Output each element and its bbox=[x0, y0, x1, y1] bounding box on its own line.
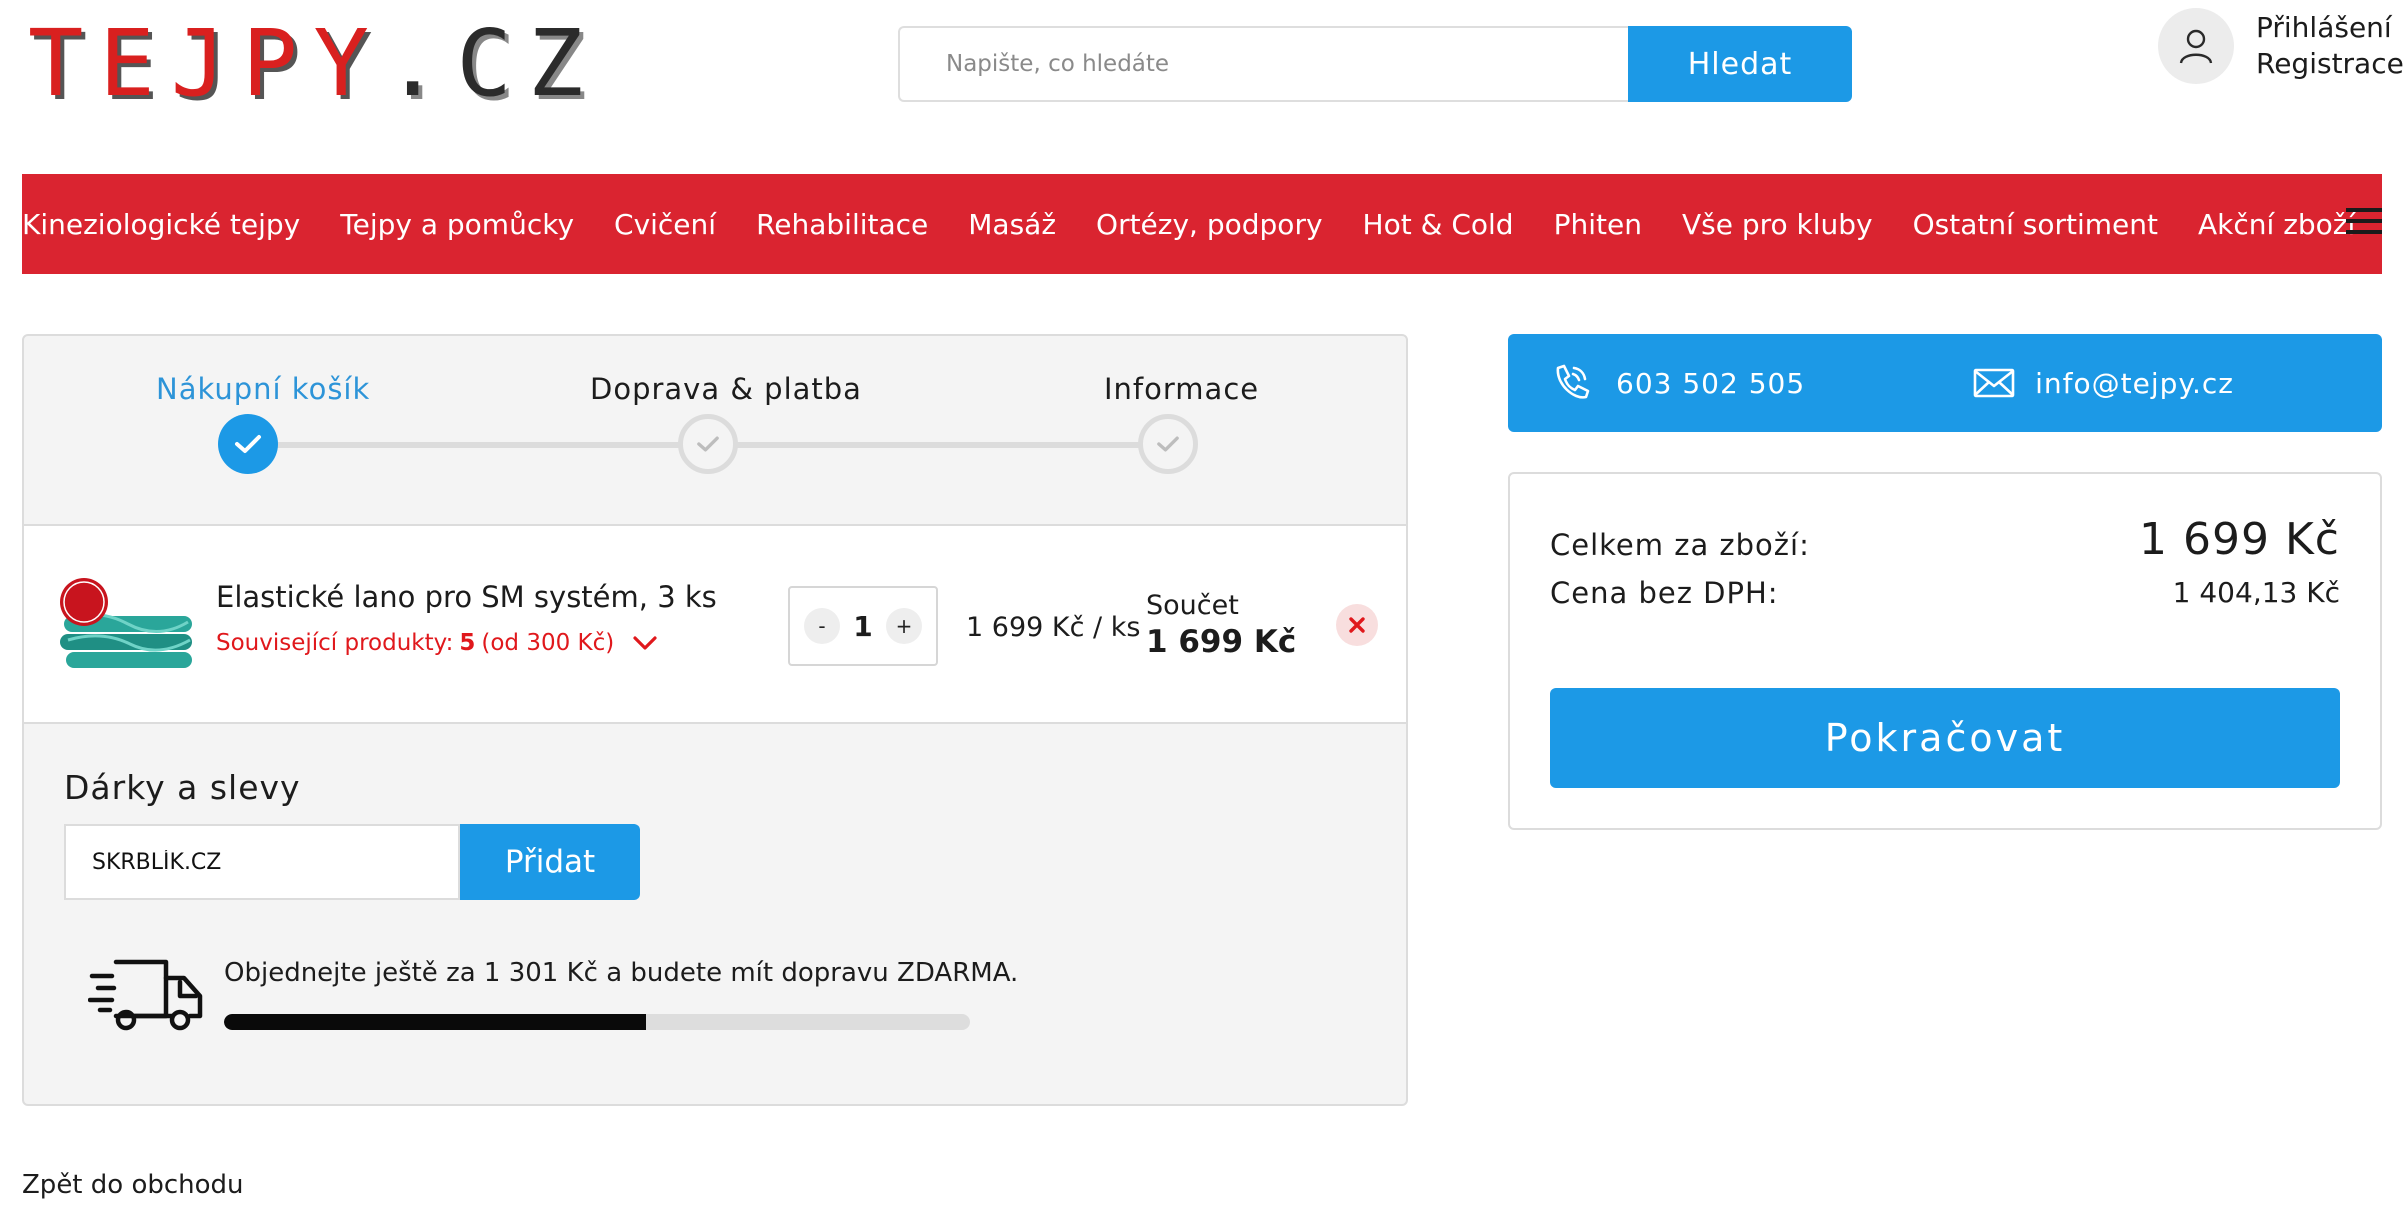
line-total-value: 1 699 Kč bbox=[1146, 624, 1297, 660]
user-icon[interactable] bbox=[2158, 8, 2234, 84]
step-label-shipping[interactable]: Doprava & platba bbox=[590, 372, 862, 406]
phone-icon bbox=[1556, 364, 1590, 399]
step-label-cart[interactable]: Nákupní košík bbox=[156, 372, 370, 406]
quantity-value[interactable]: 1 bbox=[853, 610, 872, 643]
related-label: Související produkty: bbox=[216, 630, 454, 656]
nav-item-akcni-zbozi[interactable]: Akční zboží bbox=[2198, 208, 2355, 241]
net-price-value: 1 404,13 Kč bbox=[2172, 576, 2340, 609]
quantity-decrease-button[interactable]: - bbox=[804, 608, 840, 644]
search-button[interactable]: Hledat bbox=[1628, 26, 1852, 102]
mail-icon bbox=[1973, 368, 2015, 398]
related-count: 5 bbox=[459, 630, 476, 656]
contact-bar: 603 502 505 info@tejpy.cz bbox=[1508, 334, 2382, 432]
main-nav: Kineziologické tejpy Tejpy a pomůcky Cvi… bbox=[22, 174, 2382, 274]
hamburger-menu-icon[interactable] bbox=[2346, 208, 2382, 238]
quantity-stepper: - 1 + bbox=[788, 586, 938, 666]
nav-item-cviceni[interactable]: Cvičení bbox=[614, 208, 716, 241]
nav-item-tejpy-a-pomucky[interactable]: Tejpy a pomůcky bbox=[340, 208, 574, 241]
quantity-increase-button[interactable]: + bbox=[885, 608, 922, 644]
chevron-down-icon bbox=[633, 636, 657, 650]
step-check-icon-information[interactable] bbox=[1138, 414, 1198, 474]
site-header: TEJPY.CZ Hledat Přihlášení Registrace bbox=[0, 0, 2404, 174]
discount-code-input[interactable] bbox=[64, 824, 460, 900]
contact-phone[interactable]: 603 502 505 bbox=[1550, 362, 1805, 404]
account-area: Přihlášení Registrace bbox=[2158, 8, 2404, 84]
logo-part2: CZ bbox=[456, 10, 600, 117]
nav-item-hot-cold[interactable]: Hot & Cold bbox=[1363, 208, 1514, 241]
product-thumbnail[interactable] bbox=[58, 576, 198, 676]
delivery-truck-icon bbox=[88, 959, 203, 1031]
checkout-steps: Nákupní košík Doprava & platba Informace bbox=[24, 336, 1406, 526]
step-label-information[interactable]: Informace bbox=[1104, 372, 1259, 406]
nav-item-phiten[interactable]: Phiten bbox=[1554, 208, 1642, 241]
account-links: Přihlášení Registrace bbox=[2256, 10, 2404, 82]
nav-item-ostatni-sortiment[interactable]: Ostatní sortiment bbox=[1913, 208, 2158, 241]
logo-part1: TEJPY bbox=[28, 10, 385, 117]
search-input[interactable] bbox=[898, 26, 1628, 102]
phone-number: 603 502 505 bbox=[1616, 366, 1806, 400]
continue-button[interactable]: Pokračovat bbox=[1550, 688, 2340, 788]
apply-code-button[interactable]: Přidat bbox=[460, 824, 640, 900]
email-address: info@tejpy.cz bbox=[2035, 366, 2234, 400]
order-summary: Celkem za zboží: 1 699 Kč Cena bez DPH: … bbox=[1508, 472, 2382, 830]
cart-panel: Nákupní košík Doprava & platba Informace bbox=[22, 334, 1408, 1106]
net-price-label: Cena bez DPH: bbox=[1550, 576, 1779, 610]
step-check-icon-shipping[interactable] bbox=[678, 414, 738, 474]
login-link[interactable]: Přihlášení bbox=[2256, 10, 2404, 46]
nav-item-masaz[interactable]: Masáž bbox=[968, 208, 1056, 241]
free-shipping-progress-bar bbox=[224, 1014, 970, 1030]
line-total-label: Součet bbox=[1146, 590, 1239, 621]
product-name[interactable]: Elastické lano pro SM systém, 3 ks bbox=[216, 580, 717, 614]
nav-item-rehabilitace[interactable]: Rehabilitace bbox=[756, 208, 928, 241]
nav-item-kineziologicke-tejpy[interactable]: Kineziologické tejpy bbox=[22, 208, 300, 241]
related-price: (od 300 Kč) bbox=[481, 630, 615, 656]
step-check-icon-cart[interactable] bbox=[218, 414, 278, 474]
goods-total-label: Celkem za zboží: bbox=[1550, 528, 1810, 562]
goods-total-value: 1 699 Kč bbox=[2139, 514, 2340, 565]
remove-item-button[interactable] bbox=[1336, 604, 1378, 646]
logo-dot: . bbox=[384, 10, 457, 117]
site-logo[interactable]: TEJPY.CZ bbox=[28, 18, 599, 110]
close-icon bbox=[1349, 617, 1365, 633]
free-shipping-progress-fill bbox=[224, 1014, 647, 1030]
back-to-shop-link[interactable]: Zpět do obchodu bbox=[22, 1170, 244, 1200]
nav-item-ortezy-podpory[interactable]: Ortézy, podpory bbox=[1096, 208, 1323, 241]
nav-item-vse-pro-kluby[interactable]: Vše pro kluby bbox=[1682, 208, 1873, 241]
free-shipping-message: Objednejte ještě za 1 301 Kč a budete mí… bbox=[224, 958, 1019, 988]
gifts-title: Dárky a slevy bbox=[64, 768, 301, 807]
search-bar: Hledat bbox=[898, 26, 1852, 102]
contact-email[interactable]: info@tejpy.cz bbox=[1973, 367, 2234, 400]
related-products-toggle[interactable]: Související produkty: 5 (od 300 Kč) bbox=[216, 630, 658, 656]
cart-item-row: Elastické lano pro SM systém, 3 ks Souvi… bbox=[24, 526, 1406, 724]
register-link[interactable]: Registrace bbox=[2256, 46, 2404, 82]
unit-price: 1 699 Kč / ks bbox=[966, 612, 1141, 643]
